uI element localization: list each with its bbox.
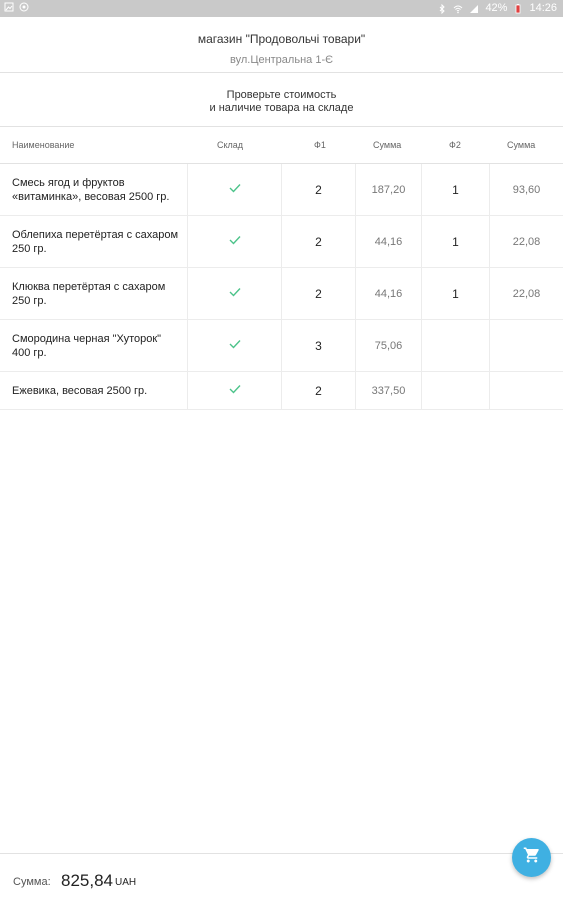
clock: 14:26: [529, 2, 557, 14]
stock-cell: [188, 320, 281, 371]
product-name: Смородина черная "Хуторок" 400 гр.: [12, 332, 162, 359]
product-name: Облепиха перетёртая с сахаром 250 гр.: [12, 228, 179, 255]
f2-sum: [490, 372, 563, 409]
table-row[interactable]: Облепиха перетёртая с сахаром 250 гр. 2 44…: [0, 216, 563, 268]
product-name: Ежевика, весовая 2500 гр.: [12, 384, 148, 397]
store-header: магазин "Продовольчі товари" вул.Централ…: [0, 17, 563, 73]
f2-sum: 22,08: [512, 287, 541, 300]
column-header-f1: Ф1: [314, 140, 326, 150]
f1-quantity: 3: [315, 338, 322, 353]
f1-sum: 75,06: [374, 339, 403, 352]
f2-quantity: 1: [452, 286, 459, 301]
f2-quantity: 1: [452, 234, 459, 249]
f1-sum: 44,16: [374, 287, 403, 300]
table-row[interactable]: Ежевика, весовая 2500 гр. 2 337,50: [0, 372, 563, 410]
stock-cell: [188, 268, 281, 319]
cart-button[interactable]: [512, 838, 551, 877]
android-icon: [19, 2, 29, 12]
total-label: Сумма:: [13, 876, 51, 888]
total-currency: UAH: [115, 877, 137, 888]
total-value: 825,84: [61, 871, 113, 890]
check-icon: [229, 287, 241, 300]
product-name: Клюква перетёртая с сахаром 250 гр.: [12, 280, 166, 307]
battery-percent: 42%: [485, 2, 508, 14]
notice-banner: Проверьте стоимость и наличие товара на …: [0, 73, 563, 127]
table-row[interactable]: Смесь ягод и фруктов «витаминка», весова…: [0, 164, 563, 216]
f1-quantity: 2: [315, 286, 322, 301]
table-row[interactable]: Смородина черная "Хуторок" 400 гр. 3 75,06: [0, 320, 563, 372]
column-header-sum2: Сумма: [507, 140, 536, 150]
signal-icon: [469, 4, 479, 14]
check-icon: [229, 235, 241, 248]
table-row[interactable]: Клюква перетёртая с сахаром 250 гр. 2 44,1…: [0, 268, 563, 320]
f1-quantity: 2: [315, 383, 322, 398]
stock-cell: [188, 216, 281, 267]
stock-cell: [188, 372, 281, 409]
product-name: Смесь ягод и фруктов «витаминка», весова…: [12, 176, 170, 203]
notice-line-2: и наличие товара на складе: [209, 102, 354, 114]
f1-sum: 187,20: [371, 183, 406, 196]
check-icon: [229, 384, 241, 397]
column-header-stock: Склад: [217, 140, 244, 150]
store-address: вул.Центральна 1-Є: [229, 54, 334, 66]
notice-line-1: Проверьте стоимость: [226, 89, 337, 101]
bluetooth-icon: [437, 3, 447, 14]
column-header-sum1: Сумма: [373, 140, 402, 150]
order-footer: Сумма: 825,84 UAH: [0, 853, 563, 901]
f1-quantity: 2: [315, 234, 322, 249]
order-table: Наименование Склад Ф1 Сумма Ф2 Сумма Сме…: [0, 127, 563, 410]
f2-quantity: [422, 320, 489, 371]
f1-quantity: 2: [315, 182, 322, 197]
table-header: Наименование Склад Ф1 Сумма Ф2 Сумма: [0, 127, 563, 164]
f2-quantity: [422, 372, 489, 409]
f2-sum: [490, 320, 563, 371]
store-name: магазин "Продовольчі товари": [197, 32, 366, 46]
f2-sum: 93,60: [512, 183, 541, 196]
status-bar: 42% 14:26: [0, 0, 563, 17]
cart-icon: [523, 846, 541, 869]
stock-cell: [188, 164, 281, 215]
column-header-name: Наименование: [12, 140, 75, 150]
battery-icon: [513, 3, 523, 14]
f1-sum: 337,50: [371, 384, 406, 397]
f2-sum: 22,08: [512, 235, 541, 248]
f1-sum: 44,16: [374, 235, 403, 248]
f2-quantity: 1: [452, 182, 459, 197]
check-icon: [229, 183, 241, 196]
wifi-icon: [453, 4, 463, 14]
column-header-f2: Ф2: [449, 140, 461, 150]
gallery-icon: [4, 2, 14, 12]
check-icon: [229, 339, 241, 352]
